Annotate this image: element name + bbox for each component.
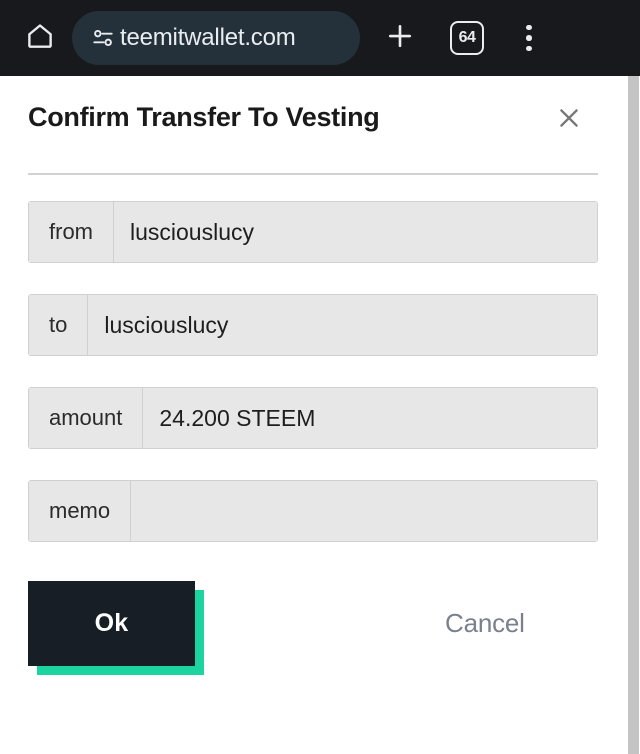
three-dot-menu-icon (526, 24, 532, 31)
field-label-to: to (29, 295, 89, 355)
page-scrollbar-thumb[interactable] (628, 76, 639, 754)
header-divider (28, 173, 598, 175)
browser-menu-button[interactable] (504, 12, 554, 64)
ok-button[interactable]: Ok (28, 580, 195, 666)
cancel-button[interactable]: Cancel (445, 608, 525, 639)
url-text: teemitwallet.com (120, 24, 296, 51)
tab-count-label: 64 (458, 29, 476, 46)
tab-count-badge: 64 (450, 21, 484, 55)
field-label-memo: memo (29, 481, 132, 541)
url-bar[interactable]: teemitwallet.com (72, 11, 360, 65)
dialog-actions: Ok Cancel (28, 573, 598, 675)
dialog-header: Confirm Transfer To Vesting (28, 76, 598, 137)
tab-switcher-button[interactable]: 64 (436, 12, 498, 64)
browser-toolbar: teemitwallet.com 64 (0, 0, 640, 76)
field-label-amount: amount (29, 388, 144, 448)
page-content: Confirm Transfer To Vesting from lusciou… (0, 76, 640, 754)
home-icon (25, 21, 55, 56)
menu-dot (526, 35, 532, 41)
ok-button-wrapper: Ok (28, 580, 204, 675)
confirm-transfer-dialog: Confirm Transfer To Vesting from lusciou… (0, 76, 626, 675)
menu-dot (526, 45, 532, 52)
home-button[interactable] (14, 12, 66, 64)
transfer-fields: from lusciouslucy to lusciouslucy amount… (28, 201, 598, 542)
field-to: to lusciouslucy (28, 294, 598, 356)
field-value-to: lusciouslucy (88, 295, 597, 355)
page-scrollbar-track[interactable] (627, 76, 640, 754)
field-value-memo (131, 481, 597, 541)
field-label-from: from (29, 202, 114, 262)
plus-icon (385, 21, 415, 56)
tune-sliders-icon[interactable] (90, 25, 116, 51)
field-value-from: lusciouslucy (114, 202, 597, 262)
new-tab-button[interactable] (372, 12, 428, 64)
field-memo: memo (28, 480, 598, 542)
close-x-icon (556, 105, 582, 136)
field-value-amount: 24.200 STEEM (143, 388, 597, 448)
page-title: Confirm Transfer To Vesting (28, 102, 380, 132)
field-from: from lusciouslucy (28, 201, 598, 263)
field-amount: amount 24.200 STEEM (28, 387, 598, 449)
close-button[interactable] (552, 103, 586, 137)
